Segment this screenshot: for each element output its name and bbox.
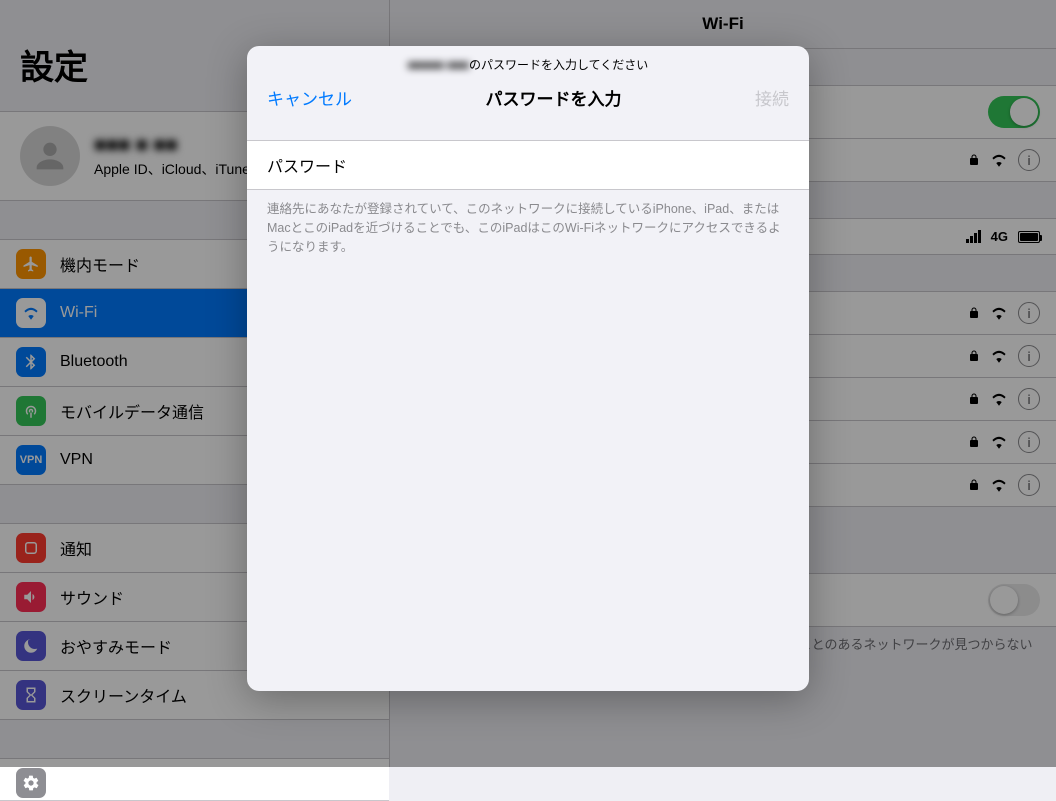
modal-header: キャンセル パスワードを入力 接続 xyxy=(247,73,809,126)
gear-icon xyxy=(16,768,46,798)
modal-hint: ■■■■■ ■■■のパスワードを入力してください xyxy=(247,46,809,73)
modal-title: パスワードを入力 xyxy=(486,85,622,110)
password-label: パスワード xyxy=(267,159,347,176)
modal-description: 連絡先にあなたが登録されていて、このネットワークに接続しているiPhone、iP… xyxy=(247,190,809,266)
modal-overlay[interactable]: ■■■■■ ■■■のパスワードを入力してください キャンセル パスワードを入力 … xyxy=(0,0,1056,767)
join-button[interactable]: 接続 xyxy=(755,85,789,110)
password-field-row[interactable]: パスワード xyxy=(247,140,809,190)
network-name-redacted: ■■■■■ ■■■ xyxy=(408,58,469,72)
password-modal: ■■■■■ ■■■のパスワードを入力してください キャンセル パスワードを入力 … xyxy=(247,46,809,691)
cancel-button[interactable]: キャンセル xyxy=(267,85,352,110)
